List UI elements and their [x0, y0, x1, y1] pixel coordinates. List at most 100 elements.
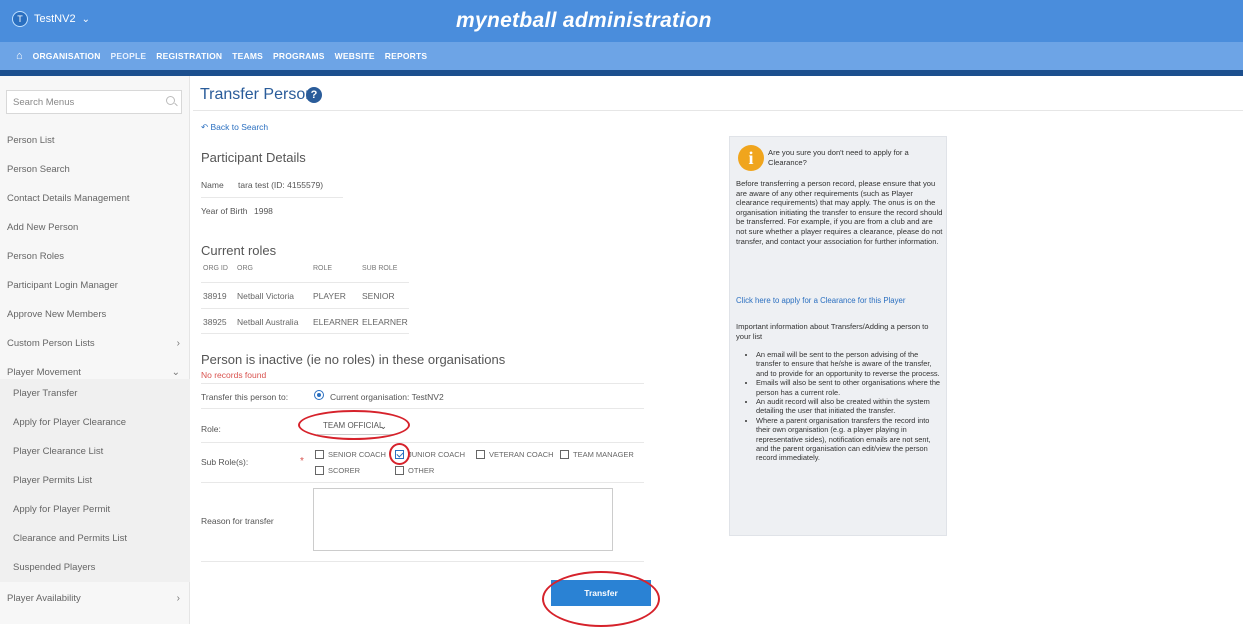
apply-clearance-link[interactable]: Click here to apply for a Clearance for …	[736, 296, 905, 305]
divider	[201, 308, 409, 309]
sidebar-item-add-new-person[interactable]: Add New Person	[0, 213, 190, 242]
info-question: Are you sure you don't need to apply for…	[768, 148, 909, 167]
nav-reports[interactable]: REPORTS	[385, 51, 428, 61]
search-input[interactable]	[7, 91, 157, 113]
sidebar-item-label: Custom Person Lists	[7, 338, 95, 349]
info-bullet: An audit record will also be created wit…	[756, 397, 942, 416]
current-roles-heading: Current roles	[201, 243, 277, 258]
nav-registration[interactable]: REGISTRATION	[156, 51, 222, 61]
info-bullet: Where a parent organisation transfers th…	[756, 416, 942, 463]
sidebar-item-label: Apply for Player Clearance	[13, 417, 126, 428]
reason-textarea[interactable]	[313, 488, 613, 551]
subrole-team-manager-checkbox[interactable]	[560, 450, 569, 459]
sidebar-item-label: Person List	[7, 135, 55, 146]
sidebar-item-permits-list[interactable]: Player Permits List	[0, 466, 190, 495]
nav-organisation[interactable]: ORGANISATION	[33, 51, 101, 61]
sidebar-item-label: Add New Person	[7, 222, 79, 233]
sidebar-item-label: Clearance and Permits List	[13, 533, 128, 544]
divider	[201, 408, 644, 409]
sidebar-item-approve-members[interactable]: Approve New Members	[0, 300, 190, 329]
highlight-ellipse	[298, 410, 410, 440]
back-link-label: Back to Search	[210, 122, 269, 132]
sidebar-item-person-list[interactable]: Person List	[0, 126, 190, 155]
divider	[201, 482, 644, 483]
sidebar-search	[6, 90, 182, 114]
highlight-ellipse	[389, 443, 410, 465]
name-label: Name	[201, 180, 224, 190]
sidebar-item-label: Person Search	[7, 164, 70, 175]
info-bullet: Emails will also be sent to other organi…	[756, 378, 942, 397]
sidebar-item-player-availability[interactable]: Player Availability ›	[0, 584, 190, 613]
subrole-veteran-coach-checkbox[interactable]	[476, 450, 485, 459]
roles-cell: ELEARNER	[362, 317, 408, 327]
divider	[193, 110, 1243, 111]
reason-label: Reason for transfer	[201, 516, 274, 526]
current-org-radio[interactable]	[314, 390, 324, 400]
back-arrow-icon: ↶	[201, 122, 209, 132]
name-value: tara test (ID: 4155579)	[238, 180, 324, 190]
subrole-scorer-checkbox[interactable]	[315, 466, 324, 475]
back-to-search-link[interactable]: ↶ Back to Search	[201, 122, 268, 133]
roles-header-org-id: ORG ID	[203, 265, 228, 272]
org-avatar: T	[12, 11, 28, 27]
sidebar-item-player-transfer[interactable]: Player Transfer	[0, 379, 190, 408]
nav-programs[interactable]: PROGRAMS	[273, 51, 325, 61]
info-important: Important information about Transfers/Ad…	[736, 322, 929, 341]
divider	[201, 442, 644, 443]
info-paragraph: Before transferring a person record, ple…	[736, 179, 943, 246]
subrole-label-text: OTHER	[408, 466, 435, 475]
roles-cell: PLAYER	[313, 291, 346, 301]
nav-people[interactable]: PEOPLE	[111, 51, 147, 61]
help-icon[interactable]: ?	[306, 87, 322, 103]
chevron-right-icon: ›	[176, 593, 180, 604]
divider	[201, 333, 409, 334]
search-icon[interactable]	[166, 96, 175, 105]
info-icon: i	[738, 145, 764, 171]
transfer-to-value: Current organisation: TestNV2	[330, 392, 444, 402]
role-label: Role:	[201, 424, 221, 434]
sidebar-item-clearance-permits[interactable]: Clearance and Permits List	[0, 524, 190, 553]
subrole-label-text: JUNIOR COACH	[408, 450, 466, 459]
sidebar-item-apply-permit[interactable]: Apply for Player Permit	[0, 495, 190, 524]
sidebar-item-label: Suspended Players	[13, 562, 96, 573]
sidebar-item-clearance-list[interactable]: Player Clearance List	[0, 437, 190, 466]
subrole-other-checkbox[interactable]	[395, 466, 404, 475]
sidebar-item-label: Person Roles	[7, 251, 65, 262]
sidebar-item-person-roles[interactable]: Person Roles	[0, 242, 190, 271]
subrole-label-text: VETERAN COACH	[489, 450, 554, 459]
participant-details-heading: Participant Details	[201, 150, 306, 165]
sidebar-item-participant-login[interactable]: Participant Login Manager	[0, 271, 190, 300]
divider	[201, 383, 644, 384]
page-title: Transfer Person	[200, 86, 315, 103]
roles-header-org: ORG	[237, 265, 253, 272]
org-name: TestNV2	[34, 13, 76, 25]
divider	[201, 197, 343, 198]
sidebar-item-person-search[interactable]: Person Search	[0, 155, 190, 184]
subrole-label: Sub Role(s):	[201, 457, 249, 467]
main-nav: ⌂ ORGANISATION PEOPLE REGISTRATION TEAMS…	[0, 42, 1243, 70]
sidebar-item-apply-clearance[interactable]: Apply for Player Clearance	[0, 408, 190, 437]
roles-cell: 38925	[203, 317, 227, 327]
sidebar-item-label: Player Permits List	[13, 475, 93, 486]
chevron-right-icon: ›	[176, 338, 180, 349]
divider	[201, 282, 409, 283]
subrole-label-text: SCORER	[328, 466, 361, 475]
no-records-text: No records found	[201, 370, 267, 380]
sidebar-item-suspended[interactable]: Suspended Players	[0, 553, 190, 582]
sidebar-item-label: Player Availability	[7, 593, 81, 604]
org-switcher[interactable]: T TestNV2 ⌄	[12, 11, 90, 27]
sidebar-item-contact-details[interactable]: Contact Details Management	[0, 184, 190, 213]
sidebar-item-custom-lists[interactable]: Custom Person Lists ›	[0, 329, 190, 358]
nav-website[interactable]: WEBSITE	[335, 51, 375, 61]
app-title: mynetball administration	[456, 9, 712, 32]
nav-teams[interactable]: TEAMS	[232, 51, 263, 61]
sidebar-item-label: Participant Login Manager	[7, 280, 118, 291]
transfer-to-label: Transfer this person to:	[201, 392, 289, 402]
top-bar: T TestNV2 ⌄ mynetball administration	[0, 0, 1243, 42]
subrole-senior-coach-checkbox[interactable]	[315, 450, 324, 459]
home-icon[interactable]: ⌂	[16, 50, 23, 62]
chevron-down-icon: ⌄	[81, 13, 90, 25]
sidebar-item-label: Apply for Player Permit	[13, 504, 111, 515]
required-marker: *	[300, 456, 304, 467]
sidebar: Person List Person Search Contact Detail…	[0, 76, 190, 624]
